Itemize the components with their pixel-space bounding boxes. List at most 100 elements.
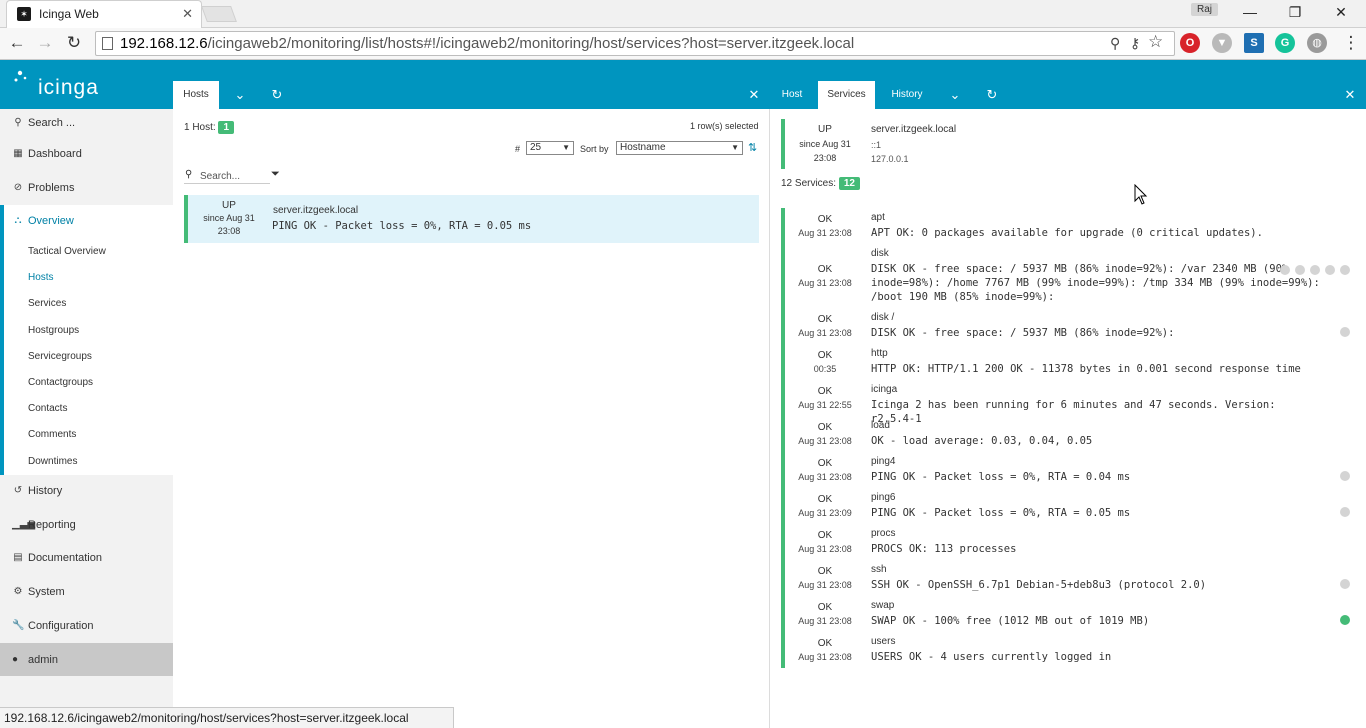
problems-icon: ⊘ (13, 182, 23, 193)
url-text[interactable]: 192.168.12.6/icingaweb2/monitoring/list/… (120, 35, 854, 52)
search-icon: ⚲ (14, 117, 22, 128)
sidebar-subitem-comments[interactable]: Comments (28, 429, 76, 440)
sidebar-subitem-hosts[interactable]: Hosts (28, 272, 54, 283)
perfdata-pie-icon (1310, 265, 1320, 275)
perfdata-pie-icon (1340, 507, 1350, 517)
sidebar-subitem-contactgroups[interactable]: Contactgroups (28, 377, 93, 388)
refresh-icon[interactable]: ↻ (982, 81, 1002, 109)
search-field[interactable]: ⚲ Search... (184, 167, 270, 184)
maximize-icon[interactable]: ❐ (1285, 4, 1305, 21)
filter-icon[interactable]: ⏷ (271, 168, 280, 181)
host-time: 23:08 (217, 226, 241, 236)
service-row-apt[interactable]: OK Aug 31 23:08 apt APT OK: 0 packages a… (781, 208, 1361, 244)
search-icon: ⚲ (185, 169, 193, 180)
minimize-icon[interactable]: — (1240, 4, 1260, 20)
browser-user-badge[interactable]: Raj (1191, 3, 1219, 16)
chevron-down-icon[interactable]: ⌄ (230, 81, 250, 109)
reload-icon[interactable]: ↻ (63, 33, 85, 53)
forward-arrow-icon[interactable]: → (34, 33, 56, 53)
menu-icon[interactable]: ⋮ (1340, 33, 1362, 53)
sidebar-subitem-downtimes[interactable]: Downtimes (28, 456, 77, 467)
new-tab-button[interactable] (201, 6, 237, 22)
limit-select[interactable]: 25 ▼ (526, 141, 574, 155)
limit-label: # (515, 144, 521, 154)
sidebar-subitem-contacts[interactable]: Contacts (28, 403, 67, 414)
sidebar-item-configuration[interactable]: 🔧 Configuration (0, 612, 173, 640)
sidebar-subitem-services[interactable]: Services (28, 298, 66, 309)
host-time: 23:08 (813, 153, 837, 163)
service-row-users[interactable]: OK Aug 31 23:08 users USERS OK - 4 users… (781, 632, 1361, 668)
overview-section: ⛬ Overview Tactical Overview Hosts Servi… (0, 205, 173, 475)
service-row-disk-root[interactable]: OK Aug 31 23:08 disk / DISK OK - free sp… (781, 308, 1361, 344)
app-logo[interactable]: icinga (38, 76, 99, 100)
sidebar-item-overview[interactable]: ⛬ Overview (0, 207, 169, 235)
host-name-link[interactable]: server.itzgeek.local (273, 205, 358, 216)
sidebar-item-dashboard[interactable]: ▦ Dashboard (0, 140, 173, 168)
tab-history[interactable]: History (880, 81, 934, 109)
grammarly-extension-icon[interactable]: G (1275, 33, 1295, 53)
close-column-icon[interactable]: ✕ (744, 81, 764, 109)
tab-close-icon[interactable]: ✕ (182, 6, 193, 22)
host-count: 1 Host: 1 (184, 121, 235, 134)
sidebar-item-admin[interactable]: ● admin (0, 643, 173, 676)
tab-services[interactable]: Services (818, 81, 875, 109)
services-column: UP since Aug 31 23:08 server.itzgeek.loc… (770, 109, 1366, 728)
sidebar-item-reporting[interactable]: ▁▃▅ Reporting (0, 511, 173, 539)
user-icon: ● (12, 654, 19, 665)
wrench-icon: 🔧 (12, 620, 25, 631)
service-row-ssh[interactable]: OK Aug 31 23:08 ssh SSH OK - OpenSSH_6.7… (781, 560, 1361, 596)
perfdata-pie-icon (1340, 615, 1350, 625)
zoom-icon[interactable]: ⚲ (1110, 35, 1120, 52)
sort-direction-icon[interactable]: ⇅ (748, 141, 757, 154)
rows-selected: 1 row(s) selected (690, 121, 759, 131)
history-icon: ↺ (13, 485, 23, 496)
host-ipv4: 127.0.0.1 (871, 154, 909, 164)
sidebar-item-system[interactable]: ⚙ System (0, 578, 173, 606)
service-row-icinga[interactable]: OK Aug 31 22:55 icinga Icinga 2 has been… (781, 380, 1361, 425)
host-since: since Aug 31 (799, 139, 851, 149)
host-row[interactable]: UP since Aug 31 23:08 server.itzgeek.loc… (184, 195, 759, 243)
sidebar-item-history[interactable]: ↺ History (0, 477, 173, 505)
address-bar[interactable]: 192.168.12.6/icingaweb2/monitoring/list/… (95, 31, 1175, 56)
host-state: UP (818, 124, 832, 135)
back-arrow-icon[interactable]: ← (6, 33, 28, 53)
app-header: icinga Hosts ⌄ ↻ ✕ Host Services History… (0, 60, 1366, 109)
sort-select[interactable]: Hostname ▼ (616, 141, 743, 155)
mouse-cursor-icon (1134, 184, 1148, 205)
globe-extension-icon[interactable]: ◍ (1307, 33, 1327, 53)
service-row-ping4[interactable]: OK Aug 31 23:08 ping4 PING OK - Packet l… (781, 452, 1361, 488)
host-summary: UP since Aug 31 23:08 server.itzgeek.loc… (781, 119, 1361, 169)
opera-extension-icon[interactable]: O (1180, 33, 1200, 53)
service-row-disk[interactable]: OK Aug 31 23:08 disk DISK OK - free spac… (781, 244, 1361, 308)
tab-hosts[interactable]: Hosts (173, 81, 219, 109)
sidebar-item-problems[interactable]: ⊘ Problems (0, 174, 173, 202)
chevron-down-icon[interactable]: ⌄ (945, 81, 965, 109)
hosts-column: 1 Host: 1 1 row(s) selected # 25 ▼ Sort b… (173, 109, 769, 728)
sidebar-subitem-tactical-overview[interactable]: Tactical Overview (28, 246, 106, 257)
browser-tab[interactable]: ✶ Icinga Web ✕ (6, 0, 202, 28)
sidebar-search[interactable]: ⚲ Search ... (0, 109, 173, 137)
sidebar: ⚲ Search ... ▦ Dashboard ⊘ Problems ⛬ Ov… (0, 109, 173, 728)
gears-icon: ⚙ (13, 586, 23, 597)
shield-extension-icon[interactable]: ▼ (1212, 33, 1232, 53)
tab-host[interactable]: Host (770, 81, 814, 109)
host-name[interactable]: server.itzgeek.local (871, 124, 956, 135)
sidebar-subitem-servicegroups[interactable]: Servicegroups (28, 351, 92, 362)
sort-label: Sort by (580, 144, 609, 154)
sidebar-subitem-hostgroups[interactable]: Hostgroups (28, 325, 79, 336)
refresh-icon[interactable]: ↻ (267, 81, 287, 109)
service-row-load[interactable]: OK Aug 31 23:08 load OK - load average: … (781, 416, 1361, 452)
s-extension-icon[interactable]: S (1244, 33, 1264, 53)
bookmark-star-icon[interactable]: ☆ (1148, 32, 1163, 52)
key-icon[interactable]: ⚷ (1130, 35, 1140, 52)
sidebar-item-documentation[interactable]: ▤ Documentation (0, 544, 173, 572)
window-close-icon[interactable]: ✕ (1331, 4, 1351, 21)
perfdata-pie-icon (1340, 471, 1350, 481)
service-row-ping6[interactable]: OK Aug 31 23:09 ping6 PING OK - Packet l… (781, 488, 1361, 524)
service-row-swap[interactable]: OK Aug 31 23:08 swap SWAP OK - 100% free… (781, 596, 1361, 632)
close-column-icon[interactable]: ✕ (1340, 81, 1360, 109)
service-row-procs[interactable]: OK Aug 31 23:08 procs PROCS OK: 113 proc… (781, 524, 1361, 560)
book-icon: ▤ (13, 552, 23, 563)
service-row-http[interactable]: OK 00:35 http HTTP OK: HTTP/1.1 200 OK -… (781, 344, 1361, 380)
perfdata-pie-icon (1280, 265, 1290, 275)
